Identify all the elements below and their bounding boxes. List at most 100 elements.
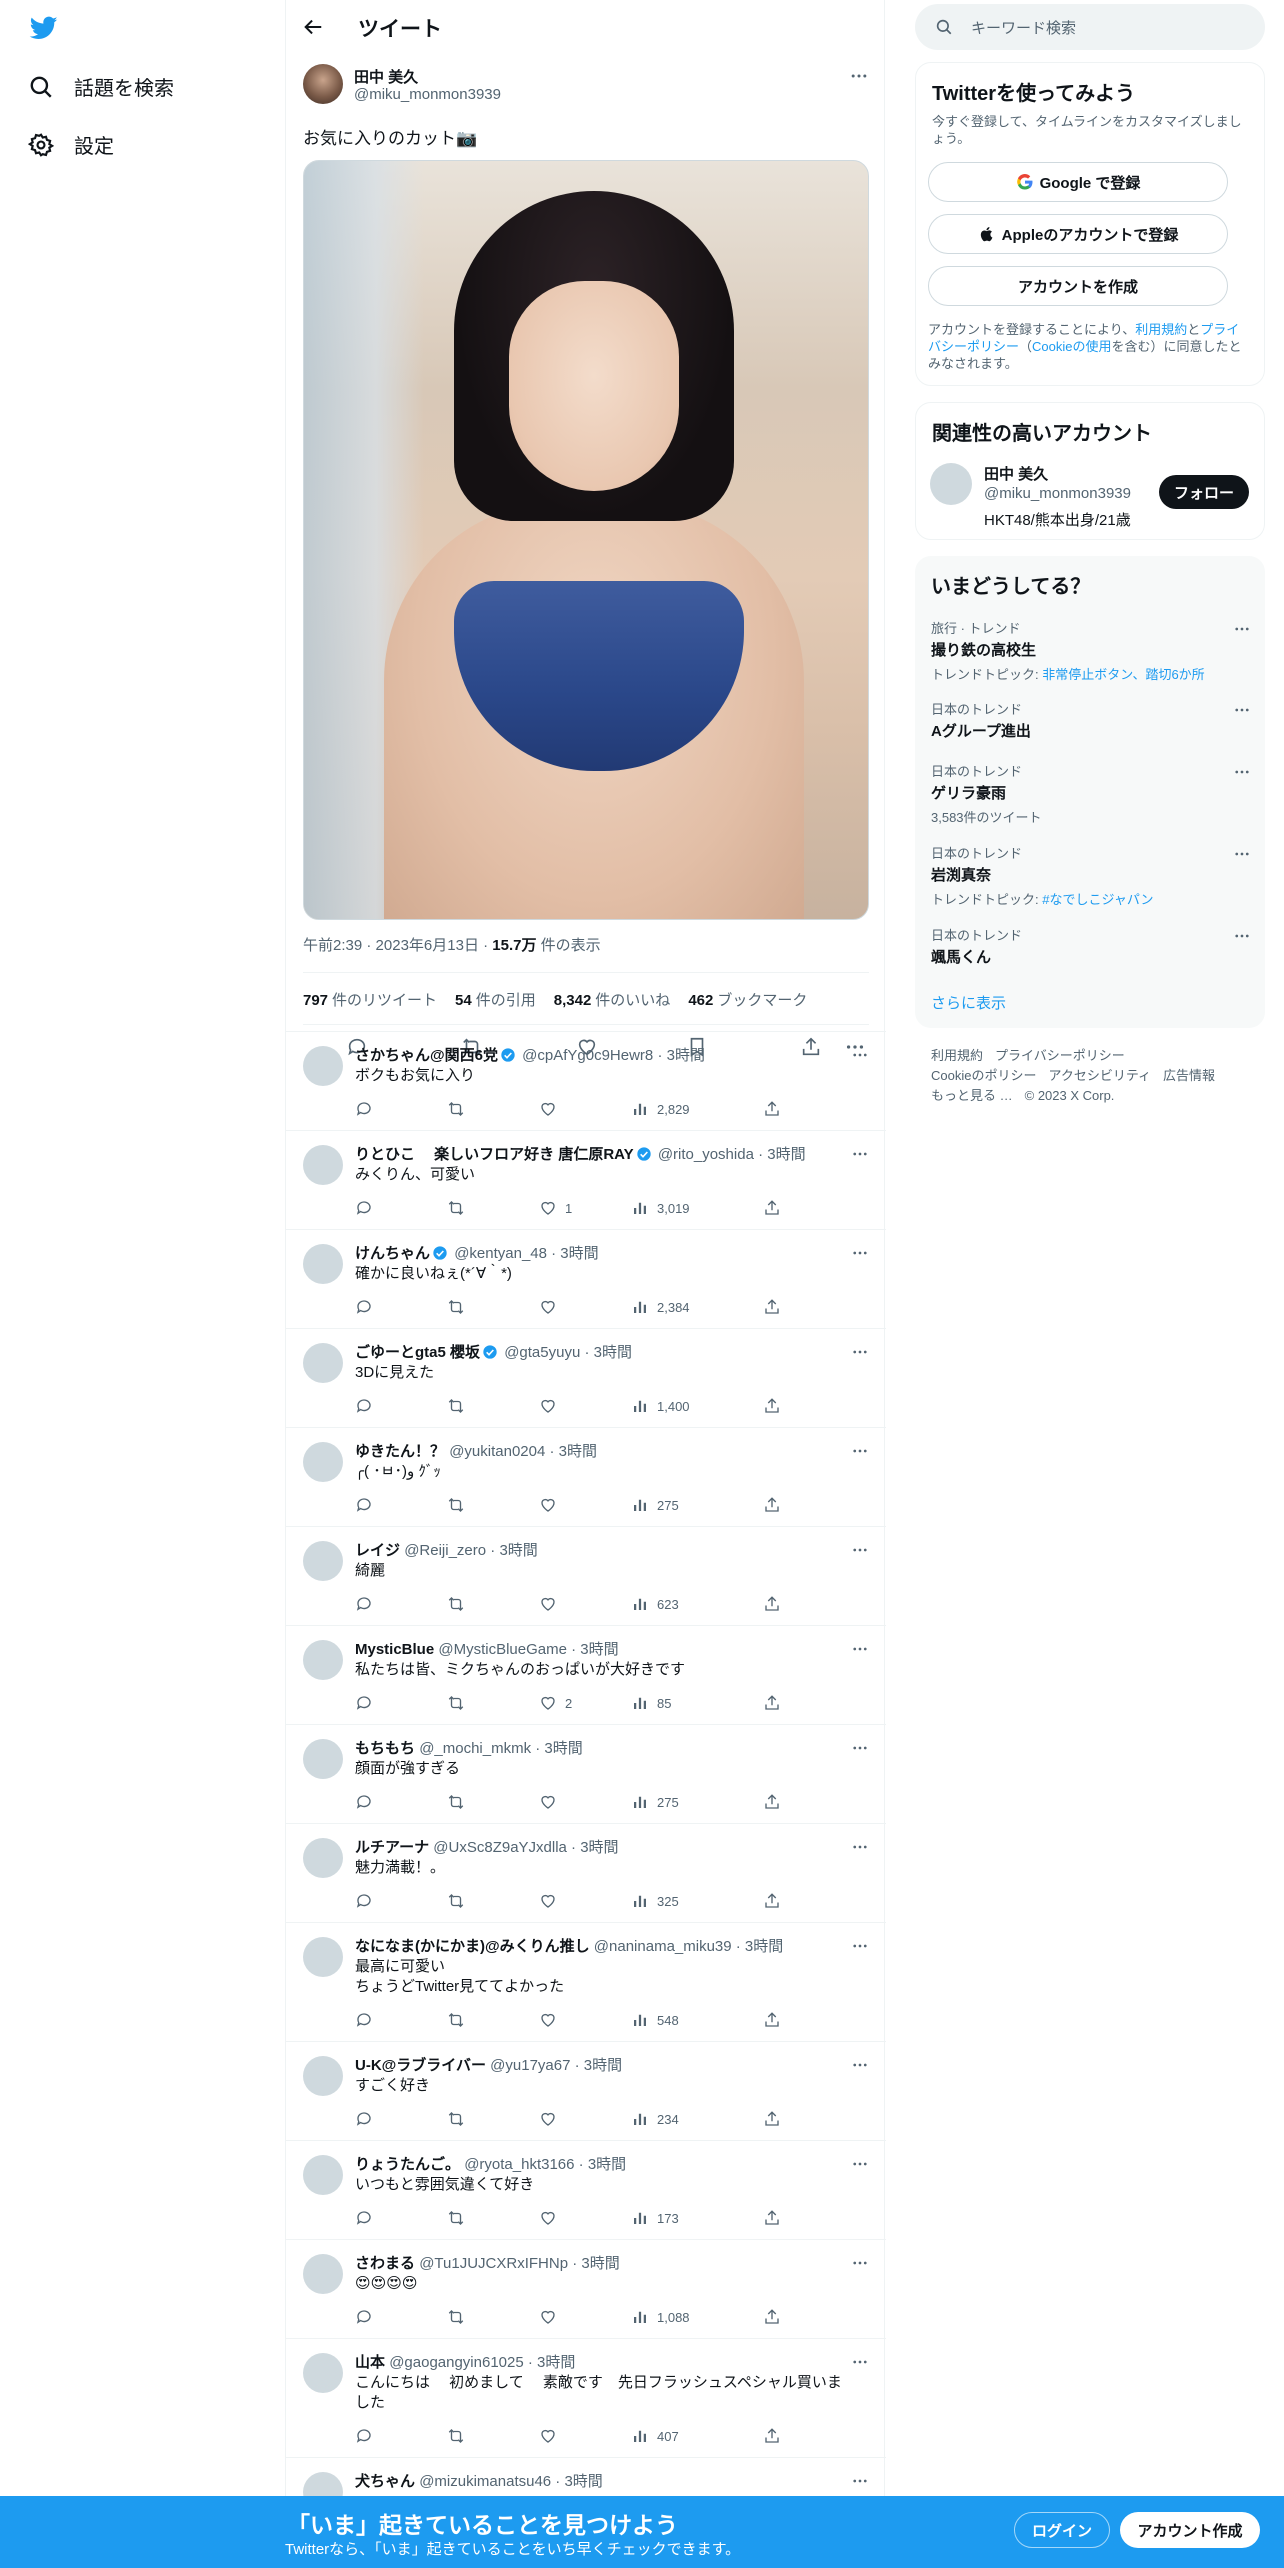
- like-icon[interactable]: [539, 1397, 557, 1415]
- more-options-icon[interactable]: [851, 1442, 869, 1460]
- avatar[interactable]: [303, 1442, 343, 1482]
- more-options-icon[interactable]: [851, 1937, 869, 1955]
- reply-author-name[interactable]: りとひこ 楽しいフロア好き 唐仁原RAY: [355, 1146, 634, 1163]
- reply-icon[interactable]: [355, 2011, 373, 2029]
- retweet-icon[interactable]: [447, 1298, 465, 1316]
- views-chart-icon[interactable]: [631, 2011, 649, 2029]
- reply-icon[interactable]: [355, 1793, 373, 1811]
- more-options-icon[interactable]: [851, 1145, 869, 1163]
- like-icon[interactable]: [539, 1694, 557, 1712]
- reply-author-name[interactable]: りょうたんご。: [355, 2156, 460, 2173]
- share-icon[interactable]: [763, 2308, 781, 2326]
- reply-icon[interactable]: [355, 1595, 373, 1613]
- avatar[interactable]: [303, 1739, 343, 1779]
- reply-item[interactable]: ルチアーナ @UxSc8Z9aYJxdlla · 3時間 魅力満載！。 325: [286, 1823, 886, 1922]
- like-icon[interactable]: [539, 1199, 557, 1217]
- avatar[interactable]: [303, 1541, 343, 1581]
- reply-author-handle[interactable]: @cpAfYg0c9Hewr8 · 3時間: [522, 1047, 705, 1064]
- share-icon[interactable]: [763, 1496, 781, 1514]
- retweet-icon[interactable]: [447, 2308, 465, 2326]
- cookie-link[interactable]: Cookieの使用: [1032, 339, 1111, 354]
- more-options-icon[interactable]: [1233, 620, 1251, 638]
- reply-item[interactable]: ごゆーとgta5 櫻坂 @gta5yuyu · 3時間 3Dに見えた 1,400: [286, 1328, 886, 1427]
- share-icon[interactable]: [763, 1694, 781, 1712]
- reply-author-handle[interactable]: @gaogangyin61025 · 3時間: [389, 2354, 575, 2371]
- views-chart-icon[interactable]: [631, 1100, 649, 1118]
- retweet-icon[interactable]: [447, 2110, 465, 2128]
- views-chart-icon[interactable]: [631, 2427, 649, 2445]
- avatar[interactable]: [303, 2353, 343, 2393]
- retweet-icon[interactable]: [447, 1793, 465, 1811]
- reply-author-name[interactable]: レイジ: [355, 1542, 400, 1559]
- tweet-photo[interactable]: [303, 160, 869, 920]
- reply-author-handle[interactable]: @_mochi_mkmk · 3時間: [419, 1740, 583, 1757]
- like-icon[interactable]: [539, 2427, 557, 2445]
- views-chart-icon[interactable]: [631, 1595, 649, 1613]
- share-icon[interactable]: [763, 2209, 781, 2227]
- author-avatar[interactable]: [303, 64, 343, 104]
- reply-author-name[interactable]: U-K@ラブライバー: [355, 2057, 486, 2074]
- reply-item[interactable]: U-K@ラブライバー @yu17ya67 · 3時間 すごく好き 234: [286, 2041, 886, 2140]
- more-options-icon[interactable]: [1233, 845, 1251, 863]
- share-icon[interactable]: [763, 2427, 781, 2445]
- reply-author-name[interactable]: ごゆーとgta5 櫻坂: [355, 1344, 480, 1361]
- avatar[interactable]: [303, 1244, 343, 1284]
- author-handle[interactable]: @miku_monmon3939: [354, 86, 501, 103]
- trend-item[interactable]: 日本のトレンド 颯馬くん: [931, 925, 1251, 967]
- reply-author-handle[interactable]: @UxSc8Z9aYJxdlla · 3時間: [433, 1839, 618, 1856]
- related-account-handle[interactable]: @miku_monmon3939: [984, 485, 1131, 502]
- follow-button[interactable]: フォロー: [1159, 475, 1249, 509]
- footer-terms-link[interactable]: 利用規約: [931, 1048, 983, 1063]
- avatar[interactable]: [303, 1838, 343, 1878]
- views-chart-icon[interactable]: [631, 1892, 649, 1910]
- more-options-icon[interactable]: [1233, 927, 1251, 945]
- share-icon[interactable]: [763, 1199, 781, 1217]
- trend-item[interactable]: 日本のトレンド Aグループ進出: [931, 699, 1251, 741]
- retweet-icon[interactable]: [447, 1397, 465, 1415]
- trend-item[interactable]: 旅行 · トレンド 撮り鉄の高校生 トレンドトピック: 非常停止ボタン、踏切6か…: [931, 618, 1251, 683]
- search-input[interactable]: キーワード検索: [915, 4, 1265, 50]
- reply-author-handle[interactable]: @rito_yoshida · 3時間: [658, 1146, 806, 1163]
- apple-signup-button[interactable]: Appleのアカウントで登録: [928, 214, 1228, 254]
- avatar[interactable]: [303, 1937, 343, 1977]
- reply-author-name[interactable]: もちもち: [355, 1740, 415, 1757]
- reply-author-name[interactable]: ゆきたん！？: [355, 1443, 445, 1460]
- signup-button[interactable]: アカウント作成: [1120, 2512, 1260, 2548]
- more-options-icon[interactable]: [851, 1739, 869, 1757]
- views-chart-icon[interactable]: [631, 2209, 649, 2227]
- reply-icon[interactable]: [355, 1298, 373, 1316]
- reply-item[interactable]: りとひこ 楽しいフロア好き 唐仁原RAY @rito_yoshida · 3時間…: [286, 1130, 886, 1229]
- like-icon[interactable]: [539, 1793, 557, 1811]
- quotes-stat[interactable]: 54 件の引用: [455, 989, 536, 1010]
- reply-author-name[interactable]: さわまる: [355, 2255, 415, 2272]
- views-chart-icon[interactable]: [631, 1298, 649, 1316]
- trend-item[interactable]: 日本のトレンド ゲリラ豪雨 3,583件のツイート: [931, 761, 1251, 826]
- share-icon[interactable]: [763, 2011, 781, 2029]
- reply-author-name[interactable]: 犬ちゃん: [355, 2473, 415, 2490]
- avatar[interactable]: [303, 2254, 343, 2294]
- reply-icon[interactable]: [355, 2110, 373, 2128]
- views-chart-icon[interactable]: [631, 1199, 649, 1217]
- more-options-icon[interactable]: [1233, 763, 1251, 781]
- more-options-icon[interactable]: [849, 66, 869, 86]
- views-chart-icon[interactable]: [631, 1397, 649, 1415]
- reply-author-name[interactable]: けんちゃん: [355, 1245, 430, 1262]
- like-icon[interactable]: [539, 1595, 557, 1613]
- reply-author-handle[interactable]: @kentyan_48 · 3時間: [454, 1245, 598, 1262]
- like-icon[interactable]: [539, 2011, 557, 2029]
- more-options-icon[interactable]: [1233, 701, 1251, 719]
- twitter-logo-icon[interactable]: [28, 14, 60, 42]
- retweets-stat[interactable]: 797 件のリツイート: [303, 989, 437, 1010]
- more-options-icon[interactable]: [851, 1343, 869, 1361]
- share-icon[interactable]: [763, 2110, 781, 2128]
- retweet-icon[interactable]: [447, 2427, 465, 2445]
- nav-explore[interactable]: 話題を検索: [28, 72, 174, 101]
- reply-item[interactable]: なになま(かにかま)@みくりん推し @naninama_miku39 · 3時間…: [286, 1922, 886, 2041]
- tweet-date[interactable]: 2023年6月13日: [376, 937, 479, 954]
- more-options-icon[interactable]: [851, 2353, 869, 2371]
- retweet-icon[interactable]: [447, 2011, 465, 2029]
- views-chart-icon[interactable]: [631, 1793, 649, 1811]
- reply-icon[interactable]: [355, 2427, 373, 2445]
- retweet-icon[interactable]: [447, 1100, 465, 1118]
- back-arrow-icon[interactable]: [302, 16, 324, 38]
